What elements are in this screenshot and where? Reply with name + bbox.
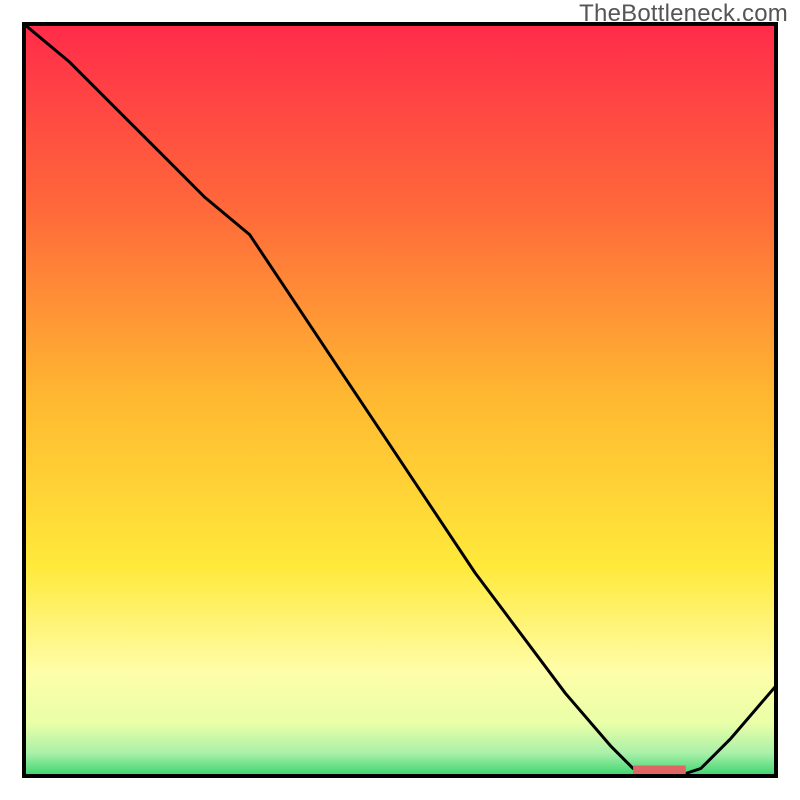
watermark-text: TheBottleneck.com xyxy=(579,0,788,28)
gradient-background xyxy=(24,24,776,776)
plot-frame xyxy=(22,22,778,778)
chart-container: TheBottleneck.com xyxy=(0,0,800,800)
bottleneck-plot xyxy=(22,22,778,778)
